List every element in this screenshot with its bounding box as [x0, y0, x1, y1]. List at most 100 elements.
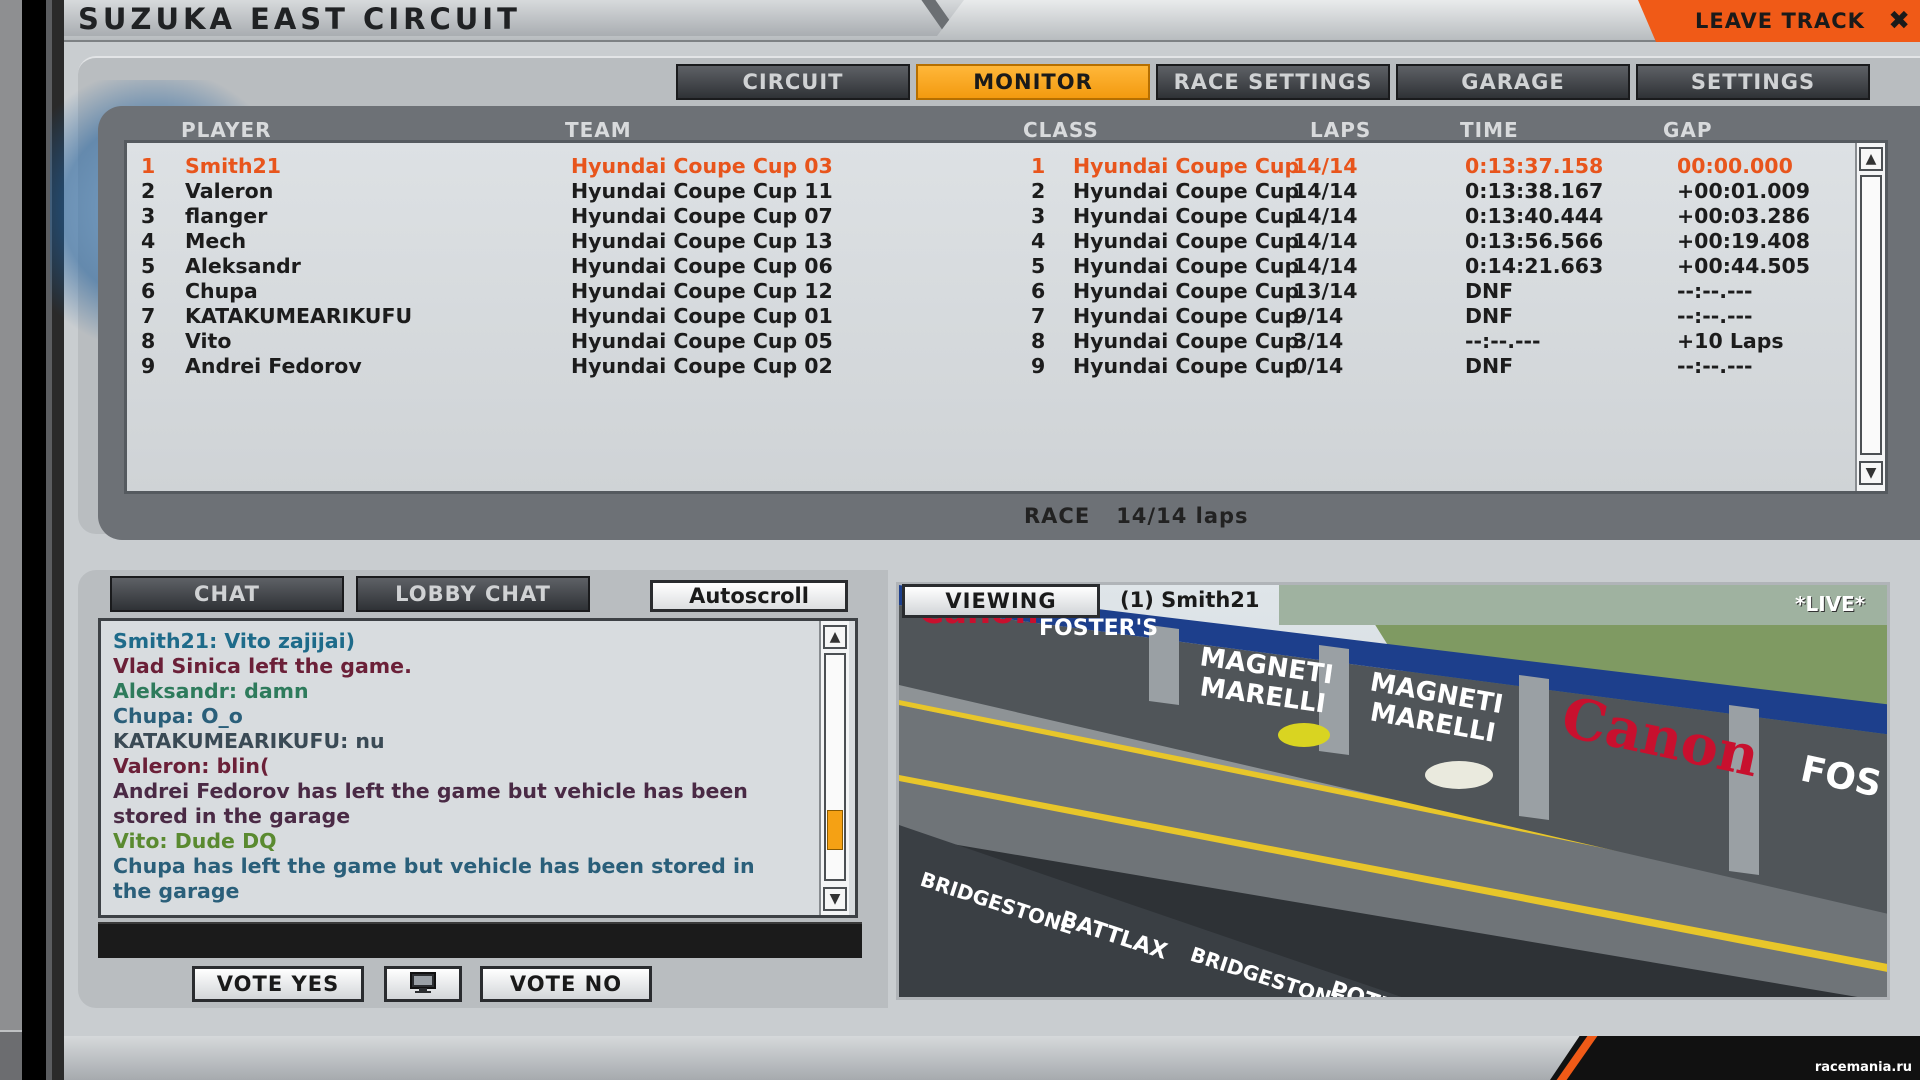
row-laps: 13/14: [1293, 279, 1358, 303]
chat-message: Aleksandr: damn: [113, 679, 309, 703]
chat-input[interactable]: [98, 922, 862, 958]
table-row[interactable]: 5 Aleksandr Hyundai Coupe Cup 06 5 Hyund…: [127, 254, 1857, 279]
row-class: Hyundai Coupe Cup: [1073, 154, 1300, 178]
table-row[interactable]: 1 Smith21 Hyundai Coupe Cup 03 1 Hyundai…: [127, 154, 1857, 179]
column-header-player[interactable]: PLAYER: [181, 118, 272, 142]
column-header-laps[interactable]: LAPS: [1310, 118, 1371, 142]
results-scrollbar[interactable]: ▲ ▼: [1855, 143, 1885, 491]
tab-race-settings[interactable]: RACE SETTINGS: [1156, 64, 1390, 100]
vote-yes-button[interactable]: VOTE YES: [192, 966, 364, 1002]
main-tabs: CIRCUIT MONITOR RACE SETTINGS GARAGE SET…: [676, 64, 1870, 100]
row-player: Valeron: [185, 179, 274, 203]
tab-chat[interactable]: CHAT: [110, 576, 344, 612]
table-row[interactable]: 6 Chupa Hyundai Coupe Cup 12 6 Hyundai C…: [127, 279, 1857, 304]
row-laps: 14/14: [1293, 204, 1358, 228]
frame-tick: [0, 1030, 22, 1080]
race-status: RACE 14/14 laps: [1024, 504, 1249, 528]
chevron-up-icon[interactable]: ▲: [1859, 147, 1883, 171]
tab-garage[interactable]: GARAGE: [1396, 64, 1630, 100]
row-time: 0:13:37.158: [1465, 154, 1604, 178]
row-class: Hyundai Coupe Cup: [1073, 229, 1300, 253]
table-row[interactable]: 2 Valeron Hyundai Coupe Cup 11 2 Hyundai…: [127, 179, 1857, 204]
chat-scroll-thumb[interactable]: [827, 810, 843, 850]
row-player: Mech: [185, 229, 247, 253]
row-gap: +10 Laps: [1677, 329, 1784, 353]
row-team: Hyundai Coupe Cup 11: [571, 179, 833, 203]
table-row[interactable]: 4 Mech Hyundai Coupe Cup 13 4 Hyundai Co…: [127, 229, 1857, 254]
leave-track-button[interactable]: LEAVE TRACK ✖: [1638, 0, 1920, 42]
row-gap: +00:19.408: [1677, 229, 1811, 253]
app-title: SUZUKA EAST CIRCUIT: [78, 2, 521, 36]
column-header-team[interactable]: TEAM: [565, 118, 632, 142]
row-team: Hyundai Coupe Cup 02: [571, 354, 833, 378]
row-gap: --:--.---: [1677, 304, 1753, 328]
results-table: 1 Smith21 Hyundai Coupe Cup 03 1 Hyundai…: [124, 140, 1888, 494]
table-row[interactable]: 8 Vito Hyundai Coupe Cup 05 8 Hyundai Co…: [127, 329, 1857, 354]
chevron-down-icon[interactable]: ▼: [823, 887, 847, 911]
row-position: 6: [141, 279, 156, 303]
row-class: Hyundai Coupe Cup: [1073, 179, 1300, 203]
row-class: Hyundai Coupe Cup: [1073, 354, 1300, 378]
row-laps: 14/14: [1293, 229, 1358, 253]
row-position: 8: [141, 329, 156, 353]
row-laps: 3/14: [1293, 329, 1344, 353]
sign-fosters: FOSTER'S: [1039, 616, 1158, 641]
chat-scrollbar[interactable]: ▲ ▼: [819, 621, 849, 915]
row-player: Andrei Fedorov: [185, 354, 362, 378]
table-row[interactable]: 3 flanger Hyundai Coupe Cup 07 3 Hyundai…: [127, 204, 1857, 229]
row-laps: 14/14: [1293, 179, 1358, 203]
viewing-button[interactable]: VIEWING: [902, 584, 1100, 618]
row-gap: --:--.---: [1677, 354, 1753, 378]
tab-lobby-chat[interactable]: LOBBY CHAT: [356, 576, 590, 612]
row-player: Vito: [185, 329, 232, 353]
autoscroll-button[interactable]: Autoscroll: [650, 580, 848, 612]
row-position: 5: [141, 254, 156, 278]
session-type: RACE: [1024, 504, 1091, 528]
row-team: Hyundai Coupe Cup 07: [571, 204, 833, 228]
column-header-gap[interactable]: GAP: [1663, 118, 1713, 142]
row-player: flanger: [185, 204, 268, 228]
row-team: Hyundai Coupe Cup 06: [571, 254, 833, 278]
results-scroll-track[interactable]: [1860, 175, 1882, 455]
row-gap: --:--.---: [1677, 279, 1753, 303]
chat-message: the garage: [113, 879, 240, 903]
row-player: Smith21: [185, 154, 282, 178]
tab-settings[interactable]: SETTINGS: [1636, 64, 1870, 100]
column-header-time[interactable]: TIME: [1460, 118, 1519, 142]
row-position: 4: [141, 229, 156, 253]
chevron-up-icon[interactable]: ▲: [823, 625, 847, 649]
row-class-position: 8: [1031, 329, 1046, 353]
row-time: DNF: [1465, 279, 1514, 303]
row-class: Hyundai Coupe Cup: [1073, 304, 1300, 328]
results-column-headers: PLAYER TEAM CLASS LAPS TIME GAP: [0, 118, 1920, 142]
tab-monitor[interactable]: MONITOR: [916, 64, 1150, 100]
chat-message: Vlad Sinica left the game.: [113, 654, 412, 678]
row-position: 1: [141, 154, 156, 178]
row-player: KATAKUMEARIKUFU: [185, 304, 413, 328]
table-row[interactable]: 7 KATAKUMEARIKUFU Hyundai Coupe Cup 01 7…: [127, 304, 1857, 329]
tab-circuit[interactable]: CIRCUIT: [676, 64, 910, 100]
row-time: --:--.---: [1465, 329, 1541, 353]
row-time: 0:13:56.566: [1465, 229, 1604, 253]
row-class-position: 9: [1031, 354, 1046, 378]
chat-scroll-track[interactable]: [824, 653, 846, 881]
chat-message: Chupa has left the game but vehicle has …: [113, 854, 755, 878]
chat-message: Andrei Fedorov has left the game but veh…: [113, 779, 748, 803]
viewing-target-label: (1) Smith21: [1120, 588, 1260, 612]
row-class-position: 2: [1031, 179, 1046, 203]
row-player: Aleksandr: [185, 254, 301, 278]
row-team: Hyundai Coupe Cup 03: [571, 154, 833, 178]
row-class-position: 6: [1031, 279, 1046, 303]
table-row[interactable]: 9 Andrei Fedorov Hyundai Coupe Cup 02 9 …: [127, 354, 1857, 379]
chevron-down-icon[interactable]: ▼: [1859, 461, 1883, 485]
monitor-toggle-button[interactable]: [384, 966, 462, 1002]
row-team: Hyundai Coupe Cup 05: [571, 329, 833, 353]
row-player: Chupa: [185, 279, 258, 303]
close-icon[interactable]: ✖: [1888, 6, 1910, 36]
chat-message: Vito: Dude DQ: [113, 829, 277, 853]
row-time: DNF: [1465, 354, 1514, 378]
live-camera-view[interactable]: Canon FOSTER'S MAGNETI MARELLI MAGNETI M…: [896, 582, 1890, 1000]
monitor-icon: [410, 972, 436, 993]
column-header-class[interactable]: CLASS: [1023, 118, 1099, 142]
vote-no-button[interactable]: VOTE NO: [480, 966, 652, 1002]
